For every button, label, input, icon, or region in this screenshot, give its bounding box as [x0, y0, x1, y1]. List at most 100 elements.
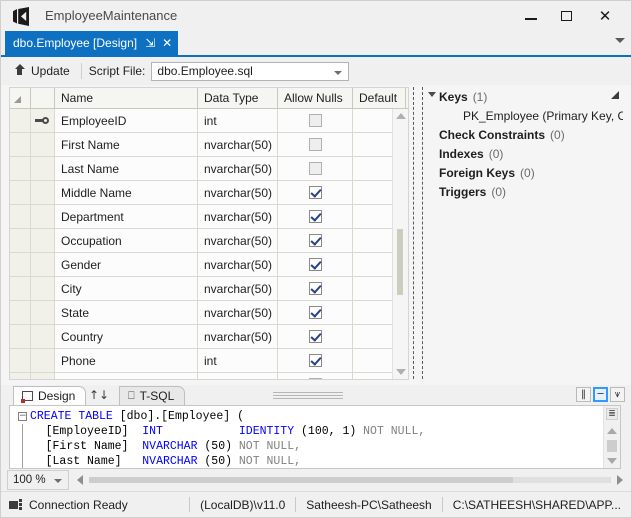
table-row[interactable]: Middle Name nvarchar(50): [10, 181, 408, 205]
scrollbar-thumb[interactable]: [89, 477, 513, 483]
tree-node-keys[interactable]: Keys (1): [425, 87, 623, 106]
table-row[interactable]: Department nvarchar(50): [10, 205, 408, 229]
cell-allow-nulls[interactable]: [278, 157, 353, 180]
allow-nulls-checkbox[interactable]: [308, 354, 322, 367]
table-row[interactable]: [10, 373, 408, 379]
sql-vertical-scrollbar[interactable]: ≣: [603, 406, 620, 468]
split-view-button-0[interactable]: ‖: [576, 387, 591, 402]
cell-allow-nulls[interactable]: [278, 349, 353, 372]
split-handle-icon[interactable]: ≣: [606, 408, 618, 420]
cell-data-type[interactable]: int: [198, 109, 278, 132]
row-selector[interactable]: [10, 109, 31, 132]
table-row[interactable]: City nvarchar(50): [10, 277, 408, 301]
allow-nulls-checkbox[interactable]: [308, 162, 322, 175]
split-view-button-1[interactable]: ─: [593, 387, 608, 402]
sql-editor[interactable]: − CREATE TABLE [dbo].[Employee] ( [Employ…: [9, 405, 621, 469]
scrollbar-thumb[interactable]: [397, 229, 403, 295]
allow-nulls-checkbox[interactable]: [308, 378, 322, 379]
table-row[interactable]: First Name nvarchar(50): [10, 133, 408, 157]
tab-tsql[interactable]: ⎕ T-SQL: [119, 386, 186, 405]
table-row[interactable]: Country nvarchar(50): [10, 325, 408, 349]
scroll-down-icon[interactable]: [396, 369, 406, 375]
cell-column-name[interactable]: Last Name: [55, 157, 198, 180]
allow-nulls-checkbox[interactable]: [308, 306, 322, 319]
table-row[interactable]: Occupation nvarchar(50): [10, 229, 408, 253]
outline-collapse-icon[interactable]: −: [18, 412, 27, 421]
tree-node-foreign-keys[interactable]: Foreign Keys (0): [425, 163, 623, 182]
grid-header-selector[interactable]: [10, 88, 31, 108]
table-row[interactable]: State nvarchar(50): [10, 301, 408, 325]
swap-panes-icon[interactable]: ↑↓: [89, 388, 109, 402]
allow-nulls-checkbox[interactable]: [308, 258, 322, 271]
cell-allow-nulls[interactable]: [278, 253, 353, 276]
tree-node-triggers[interactable]: Triggers (0): [425, 182, 623, 201]
cell-allow-nulls[interactable]: [278, 205, 353, 228]
cell-column-name[interactable]: Middle Name: [55, 181, 198, 204]
allow-nulls-checkbox[interactable]: [308, 210, 322, 223]
table-row[interactable]: Gender nvarchar(50): [10, 253, 408, 277]
allow-nulls-checkbox[interactable]: [308, 114, 322, 127]
grid-vertical-scrollbar[interactable]: [392, 109, 408, 379]
cell-allow-nulls[interactable]: [278, 133, 353, 156]
cell-column-name[interactable]: City: [55, 277, 198, 300]
allow-nulls-checkbox[interactable]: [308, 186, 322, 199]
cell-data-type[interactable]: int: [198, 349, 278, 372]
cell-data-type[interactable]: nvarchar(50): [198, 301, 278, 324]
cell-data-type[interactable]: nvarchar(50): [198, 181, 278, 204]
cell-column-name[interactable]: Phone: [55, 349, 198, 372]
chevron-down-icon[interactable]: [615, 38, 625, 43]
cell-column-name[interactable]: [55, 373, 198, 379]
tab-dbo-employee-design[interactable]: dbo.Employee [Design] ⇲ ✕: [5, 31, 179, 55]
minimize-button[interactable]: [513, 1, 549, 30]
update-button[interactable]: Update: [9, 61, 74, 81]
cell-data-type[interactable]: [198, 373, 278, 379]
scroll-down-icon[interactable]: [607, 458, 617, 464]
cell-column-name[interactable]: EmployeeID: [55, 109, 198, 132]
allow-nulls-checkbox[interactable]: [308, 282, 322, 295]
cell-allow-nulls[interactable]: [278, 325, 353, 348]
scrollbar-thumb[interactable]: [607, 440, 617, 452]
cell-column-name[interactable]: Gender: [55, 253, 198, 276]
grid-header-data-type[interactable]: Data Type: [198, 88, 278, 108]
cell-column-name[interactable]: First Name: [55, 133, 198, 156]
table-row[interactable]: Last Name nvarchar(50): [10, 157, 408, 181]
tree-node-check-constraints[interactable]: Check Constraints (0): [425, 125, 623, 144]
cell-allow-nulls[interactable]: [278, 277, 353, 300]
designer-splitter[interactable]: [413, 87, 423, 379]
row-selector[interactable]: [10, 229, 31, 252]
allow-nulls-checkbox[interactable]: [308, 138, 322, 151]
cell-allow-nulls[interactable]: [278, 301, 353, 324]
row-selector[interactable]: [10, 157, 31, 180]
cell-data-type[interactable]: nvarchar(50): [198, 157, 278, 180]
row-selector[interactable]: [10, 133, 31, 156]
row-selector[interactable]: [10, 253, 31, 276]
caret-right-icon[interactable]: [617, 475, 623, 485]
cell-allow-nulls[interactable]: [278, 229, 353, 252]
tab-design[interactable]: Design: [13, 386, 87, 405]
maximize-button[interactable]: [549, 1, 585, 30]
row-selector[interactable]: [10, 373, 31, 379]
grid-header-allow-nulls[interactable]: Allow Nulls: [278, 88, 353, 108]
table-row[interactable]: EmployeeID int: [10, 109, 408, 133]
cell-column-name[interactable]: State: [55, 301, 198, 324]
row-selector[interactable]: [10, 277, 31, 300]
script-file-dropdown[interactable]: dbo.Employee.sql: [151, 61, 350, 81]
cell-allow-nulls[interactable]: [278, 373, 353, 379]
row-selector[interactable]: [10, 205, 31, 228]
cell-data-type[interactable]: nvarchar(50): [198, 325, 278, 348]
cell-data-type[interactable]: nvarchar(50): [198, 253, 278, 276]
table-row[interactable]: Phone int: [10, 349, 408, 373]
expander-open-icon[interactable]: [425, 92, 439, 101]
tree-child-item[interactable]: PK_Employee (Primary Key, Clu: [425, 106, 623, 125]
close-button[interactable]: ✕: [587, 1, 623, 30]
horizontal-scrollbar[interactable]: [75, 472, 625, 488]
cell-column-name[interactable]: Country: [55, 325, 198, 348]
pin-icon[interactable]: ⇲: [145, 37, 155, 49]
grid-header-default[interactable]: Default: [353, 88, 406, 108]
grid-header-name[interactable]: Name: [55, 88, 198, 108]
caret-left-icon[interactable]: [77, 475, 83, 485]
cell-column-name[interactable]: Occupation: [55, 229, 198, 252]
cell-allow-nulls[interactable]: [278, 181, 353, 204]
scroll-up-icon[interactable]: [396, 113, 406, 119]
row-selector[interactable]: [10, 301, 31, 324]
